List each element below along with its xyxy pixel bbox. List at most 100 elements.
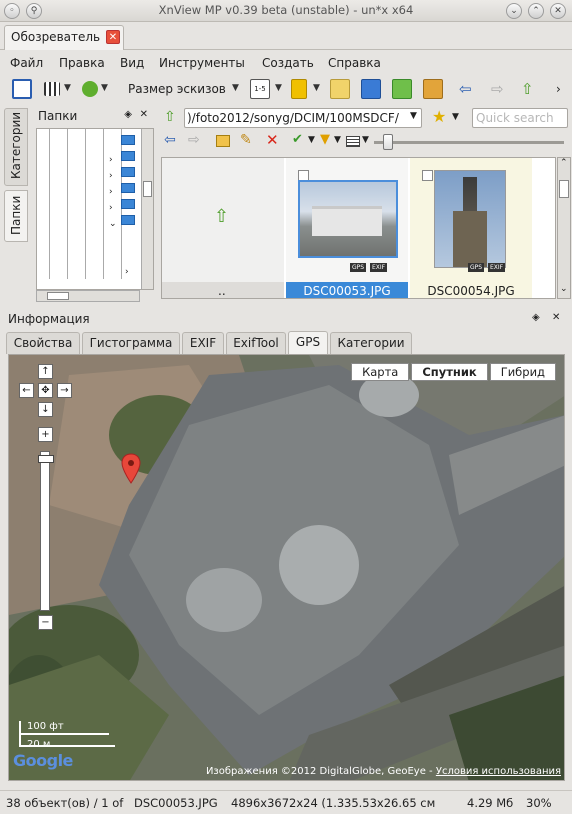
thumb-size-slider-handle[interactable] <box>383 134 393 150</box>
folder-icon[interactable] <box>121 167 135 177</box>
thumb-size-slider[interactable] <box>374 141 564 144</box>
scroll-up-icon[interactable]: ⌃ <box>560 158 568 168</box>
tree-hscroll[interactable] <box>36 290 140 302</box>
thumbnail-scroll-handle[interactable] <box>559 180 569 198</box>
menu-edit[interactable]: Правка <box>59 56 105 70</box>
folder-tree-icon[interactable] <box>330 79 350 99</box>
bookmark-caret-icon[interactable]: ▼ <box>313 83 320 93</box>
menu-tools[interactable]: Инструменты <box>159 56 245 70</box>
path-dropdown-icon[interactable]: ▼ <box>410 111 417 121</box>
folder-icon[interactable] <box>121 199 135 209</box>
menu-help[interactable]: Справка <box>328 56 381 70</box>
zoom-in-icon[interactable]: + <box>38 427 53 442</box>
info-panel-float-icon[interactable]: ◈ <box>532 312 540 323</box>
up-icon[interactable]: ⇧ <box>521 80 534 98</box>
panel-float-icon[interactable]: ◈ <box>124 109 132 120</box>
quick-search-input[interactable]: Quick search <box>472 108 568 128</box>
info-panel-close-icon[interactable]: ✕ <box>552 312 560 323</box>
path-input[interactable]: )/foto2012/sonyg/DCIM/100MSDCF/ <box>184 108 422 128</box>
menu-view[interactable]: Вид <box>120 56 144 70</box>
rating-icon[interactable]: ✔ <box>292 132 303 147</box>
google-logo[interactable]: Google <box>13 751 73 770</box>
new-folder-icon[interactable] <box>216 135 230 147</box>
tab-categories[interactable]: Категории <box>330 332 412 354</box>
tab-browser[interactable]: Обозреватель ✕ <box>4 25 124 50</box>
thumb-size-button[interactable]: Размер эскизов <box>128 82 226 96</box>
tab-exif[interactable]: EXIF <box>182 332 224 354</box>
close-window-icon[interactable]: ✕ <box>550 3 566 19</box>
close-tab-icon[interactable]: ✕ <box>106 30 120 44</box>
pan-left-icon[interactable]: ← <box>19 383 34 398</box>
map-type-satellite[interactable]: Спутник <box>411 363 488 381</box>
go-up-icon[interactable]: ⇧ <box>164 109 176 125</box>
terms-link[interactable]: Условия использования <box>436 766 561 777</box>
folder-icon[interactable] <box>121 151 135 161</box>
refresh-caret-icon[interactable]: ▼ <box>101 83 108 93</box>
tree-vscroll[interactable] <box>141 129 153 289</box>
thumb-checkbox[interactable] <box>422 170 433 181</box>
tab-properties[interactable]: Свойства <box>6 332 80 354</box>
tab-exiftool[interactable]: ExifTool <box>226 332 286 354</box>
expand-icon[interactable]: › <box>109 187 113 197</box>
parent-folder-item[interactable]: ⇧ .. <box>162 158 284 298</box>
scroll-down-icon[interactable]: ⌄ <box>560 284 568 294</box>
expand-icon[interactable]: › <box>109 155 113 165</box>
refresh-icon[interactable] <box>82 81 98 97</box>
minimize-icon[interactable]: ⌄ <box>506 3 522 19</box>
thumbnail-item[interactable]: GPS EXIF DSC00053.JPG <box>286 158 408 298</box>
grid-view-caret-icon[interactable]: ▼ <box>64 83 71 93</box>
nav-back-icon[interactable]: ⇦ <box>164 132 176 148</box>
folder-tree[interactable]: › › › › ⌄ › <box>36 128 154 290</box>
pan-up-icon[interactable]: ↑ <box>38 364 53 379</box>
expand-icon[interactable]: › <box>125 267 129 277</box>
tab-categories-side[interactable]: Категории <box>4 108 28 186</box>
map-type-hybrid[interactable]: Гибрид <box>489 363 556 381</box>
thumbnail-vscroll[interactable]: ⌃ ⌄ <box>557 157 571 299</box>
panel-close-icon[interactable]: ✕ <box>140 109 148 120</box>
map-type-map[interactable]: Карта <box>351 363 410 381</box>
zoom-slider-handle[interactable] <box>38 455 54 463</box>
maximize-icon[interactable]: ⌃ <box>528 3 544 19</box>
gps-map[interactable]: Карта Спутник Гибрид ↑ ← ✥ → ↓ + − 100 ф… <box>8 354 565 781</box>
copy-to-icon[interactable] <box>392 79 412 99</box>
tab-gps[interactable]: GPS <box>288 331 328 354</box>
folder-icon[interactable] <box>121 183 135 193</box>
menu-file[interactable]: Файл <box>10 56 43 70</box>
zoom-out-icon[interactable]: − <box>38 615 53 630</box>
rename-icon[interactable]: ✎ <box>240 132 252 148</box>
camera-import-icon[interactable] <box>361 79 381 99</box>
filter-caret-icon[interactable]: ▼ <box>334 135 341 145</box>
columns-caret-icon[interactable]: ▼ <box>362 135 369 145</box>
convert-icon[interactable] <box>423 79 443 99</box>
toolbar-more-icon[interactable]: › <box>556 82 561 96</box>
grid-view-icon[interactable] <box>44 82 60 96</box>
columns-icon[interactable] <box>346 136 360 147</box>
pan-right-icon[interactable]: → <box>57 383 72 398</box>
delete-icon[interactable]: ✕ <box>266 131 279 149</box>
pan-center-icon[interactable]: ✥ <box>38 383 53 398</box>
thumbnail-item[interactable]: GPS EXIF DSC00054.JPG <box>410 158 532 298</box>
expand-icon[interactable]: › <box>109 203 113 213</box>
sort-icon[interactable]: 1-5 <box>250 79 270 99</box>
back-icon[interactable]: ⇦ <box>459 80 472 98</box>
bookmark-icon[interactable] <box>291 79 307 99</box>
expand-icon[interactable]: ⌄ <box>109 219 117 229</box>
tab-histogram[interactable]: Гистограмма <box>82 332 180 354</box>
expand-icon[interactable]: › <box>109 171 113 181</box>
favorites-star-icon[interactable]: ★ <box>432 107 446 126</box>
folder-icon[interactable] <box>121 215 135 225</box>
location-marker-icon[interactable] <box>121 453 141 485</box>
thumb-size-caret-icon[interactable]: ▼ <box>232 83 239 93</box>
nav-forward-icon[interactable]: ⇨ <box>188 132 200 148</box>
filter-icon[interactable]: ▼ <box>320 132 330 147</box>
forward-icon[interactable]: ⇨ <box>491 80 504 98</box>
menu-create[interactable]: Создать <box>262 56 314 70</box>
rating-caret-icon[interactable]: ▼ <box>308 135 315 145</box>
sort-caret-icon[interactable]: ▼ <box>275 83 282 93</box>
folder-icon[interactable] <box>121 135 135 145</box>
fullscreen-icon[interactable] <box>12 79 32 99</box>
favorites-caret-icon[interactable]: ▼ <box>452 112 459 122</box>
zoom-slider[interactable] <box>40 451 50 611</box>
tab-folders-side[interactable]: Папки <box>4 190 28 242</box>
pan-down-icon[interactable]: ↓ <box>38 402 53 417</box>
